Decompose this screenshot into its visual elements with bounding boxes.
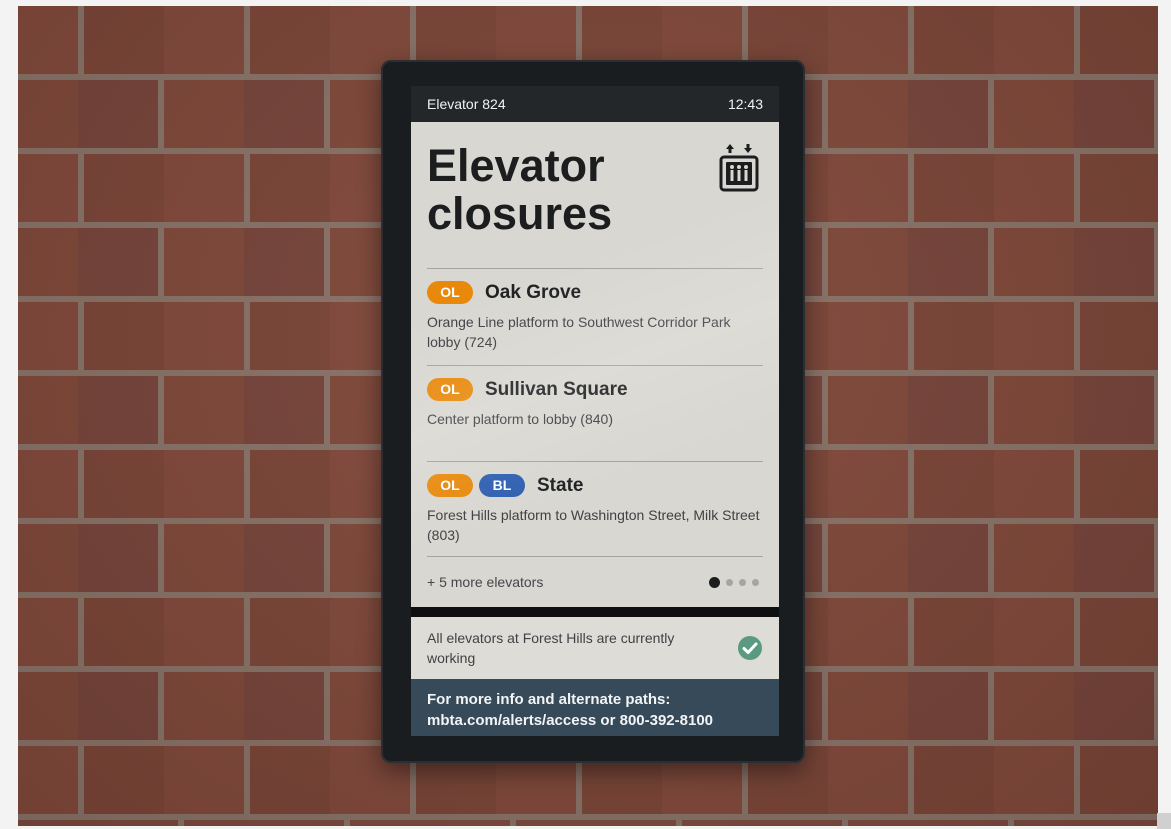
page-title: Elevator closures: [427, 122, 707, 238]
station-name: State: [537, 474, 584, 496]
blue-line-badge: BL: [479, 474, 525, 497]
pagination-dots: [709, 576, 759, 588]
status-bar: Elevator 824 12:43: [411, 86, 779, 122]
elevator-id: Elevator 824: [427, 96, 506, 112]
info-line-2: mbta.com/alerts/access or 800-392-8100: [427, 712, 714, 729]
info-line-1: For more info and alternate paths:: [427, 691, 671, 708]
closure-description: Forest Hills platform to Washington Stre…: [427, 507, 760, 543]
closure-item: OL BL State Forest Hills platform to Was…: [427, 462, 763, 556]
title-line-1: Elevator: [427, 140, 605, 191]
more-row: + 5 more elevators: [427, 557, 763, 607]
page-dot: [752, 578, 759, 586]
check-circle-icon: [738, 636, 762, 660]
orange-line-badge: OL: [427, 474, 473, 497]
closure-item: OL Oak Grove Orange Line platform to Sou…: [427, 269, 763, 365]
closures-panel: Elevator closures OL Oak Grove Orange Li…: [411, 122, 779, 607]
station-name: Sullivan Square: [485, 378, 628, 400]
separator-bar: [411, 607, 779, 617]
display-device: Elevator 824 12:43 Elevator closures OL …: [381, 60, 805, 763]
station-name: Oak Grove: [485, 281, 582, 303]
info-panel: For more info and alternate paths: mbta.…: [411, 679, 779, 736]
page-dot: [726, 578, 733, 586]
closure-item: OL Sullivan Square Center platform to lo…: [427, 366, 763, 461]
orange-line-badge: OL: [427, 378, 473, 401]
corner-tab: [1157, 813, 1171, 829]
more-elevators-label: + 5 more elevators: [427, 574, 544, 590]
status-panel: All elevators at Forest Hills are curren…: [411, 617, 779, 679]
elevator-icon: [719, 144, 759, 192]
title-line-2: closures: [427, 188, 613, 239]
orange-line-badge: OL: [427, 281, 473, 304]
page-dot: [739, 578, 746, 586]
page-dot-active: [709, 576, 720, 588]
display-screen: Elevator 824 12:43 Elevator closures OL …: [411, 86, 779, 736]
closure-description: Orange Line platform to Southwest Corrid…: [427, 314, 731, 350]
status-message: All elevators at Forest Hills are curren…: [427, 630, 675, 666]
closure-description: Center platform to lobby (840): [427, 411, 613, 427]
clock: 12:43: [727, 96, 763, 112]
